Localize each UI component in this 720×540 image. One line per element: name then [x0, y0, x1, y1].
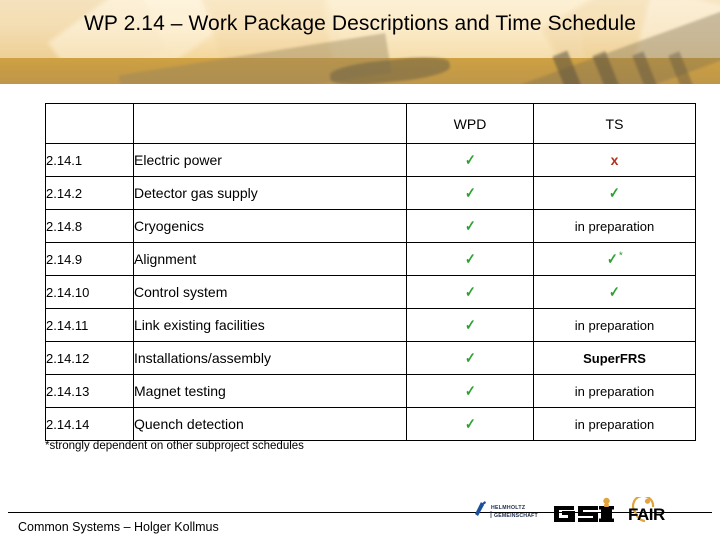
- cell-wpd-status: ✓: [406, 209, 534, 243]
- cell-wp-id: 2.14.2: [45, 176, 134, 210]
- check-icon: ✓: [464, 416, 476, 433]
- cross-icon: x: [610, 152, 619, 168]
- table-body: 2.14.1 Electric power ✓ x 2.14.2 Detector gas…: [45, 143, 696, 441]
- cell-wp-name: Detector gas supply: [133, 176, 407, 210]
- check-icon: ✓: [464, 317, 476, 334]
- cell-wp-id: 2.14.14: [45, 407, 134, 441]
- header-name: [133, 103, 407, 144]
- cell-wp-id: 2.14.13: [45, 374, 134, 408]
- cell-wp-id: 2.14.8: [45, 209, 134, 243]
- cell-wp-name: Cryogenics: [133, 209, 407, 243]
- table-row: 2.14.8 Cryogenics ✓ in preparation: [45, 209, 696, 243]
- table-row: 2.14.9 Alignment ✓ ✓*: [45, 242, 696, 276]
- cell-wp-name: Installations/assembly: [133, 341, 407, 375]
- check-icon: ✓: [464, 284, 476, 301]
- svg-text:FAIR: FAIR: [628, 505, 665, 524]
- check-icon: ✓: [464, 251, 476, 268]
- cell-wp-name: Link existing facilities: [133, 308, 407, 342]
- page-title: WP 2.14 – Work Package Descriptions and …: [84, 12, 636, 35]
- status-text: in preparation: [574, 383, 655, 399]
- status-text: SuperFRS: [583, 350, 646, 366]
- header-ts: TS: [533, 103, 696, 144]
- cell-wp-id: 2.14.10: [45, 275, 134, 309]
- table-row: 2.14.11 Link existing facilities ✓ in prepa…: [45, 308, 696, 342]
- check-icon: ✓: [609, 185, 620, 202]
- cell-wpd-status: ✓: [406, 176, 534, 210]
- cell-ts-status: x: [533, 143, 696, 177]
- table-row: 2.14.13 Magnet testing ✓ in preparation: [45, 374, 696, 408]
- check-star-icon: ✓*: [606, 250, 623, 268]
- logo-bar: HELMHOLTZ GEMEINSCHAFT FAIR: [472, 496, 696, 526]
- footnote: *strongly dependent on other subproject …: [45, 440, 304, 452]
- cell-wp-id: 2.14.11: [45, 308, 134, 342]
- cell-ts-status: ✓: [533, 176, 696, 210]
- check-icon: ✓: [464, 350, 476, 367]
- check-icon: ✓: [464, 152, 476, 169]
- status-text: in preparation: [574, 416, 655, 432]
- footer-label: Common Systems – Holger Kollmus: [18, 520, 219, 534]
- cell-wp-name: Control system: [133, 275, 407, 309]
- asterisk-icon: *: [618, 250, 623, 262]
- status-text: in preparation: [574, 218, 655, 234]
- cell-ts-status: in preparation: [533, 374, 696, 408]
- check-icon: ✓: [464, 218, 476, 235]
- table-row: 2.14.10 Control system ✓ ✓: [45, 275, 696, 309]
- work-package-table: WPD TS 2.14.1 Electric power ✓ x 2.14.2 Detec…: [45, 103, 696, 441]
- check-icon: ✓: [609, 284, 620, 301]
- cell-wp-id: 2.14.1: [45, 143, 134, 177]
- cell-ts-status: SuperFRS: [533, 341, 696, 375]
- cell-wpd-status: ✓: [406, 143, 534, 177]
- cell-wpd-status: ✓: [406, 407, 534, 441]
- table-row: 2.14.2 Detector gas supply ✓ ✓: [45, 176, 696, 210]
- check-icon: ✓: [607, 251, 618, 268]
- svg-text:HELMHOLTZ: HELMHOLTZ: [491, 505, 526, 511]
- cell-wpd-status: ✓: [406, 308, 534, 342]
- table-row: 2.14.1 Electric power ✓ x: [45, 143, 696, 177]
- table-row: 2.14.14 Quench detection ✓ in preparation: [45, 407, 696, 441]
- table-header-row: WPD TS: [45, 103, 696, 144]
- check-icon: ✓: [464, 185, 476, 202]
- header-wpd: WPD: [406, 103, 534, 144]
- cell-wp-name: Magnet testing: [133, 374, 407, 408]
- cell-wpd-status: ✓: [406, 374, 534, 408]
- check-icon: ✓: [464, 383, 476, 400]
- cell-wp-id: 2.14.9: [45, 242, 134, 276]
- fair-logo: FAIR: [628, 497, 665, 524]
- banner-dark-band: [0, 6, 720, 84]
- gsi-logo: [554, 497, 614, 522]
- cell-wp-id: 2.14.12: [45, 341, 134, 375]
- header-id: [45, 103, 134, 144]
- cell-wpd-status: ✓: [406, 242, 534, 276]
- cell-ts-status: ✓: [533, 275, 696, 309]
- cell-ts-status: in preparation: [533, 209, 696, 243]
- cell-ts-status: in preparation: [533, 308, 696, 342]
- cell-wpd-status: ✓: [406, 275, 534, 309]
- cell-wp-name: Alignment: [133, 242, 407, 276]
- helmholtz-logo: HELMHOLTZ GEMEINSCHAFT: [475, 501, 539, 519]
- status-text: in preparation: [574, 317, 655, 333]
- cell-wpd-status: ✓: [406, 341, 534, 375]
- cell-wp-name: Electric power: [133, 143, 407, 177]
- cell-ts-status: in preparation: [533, 407, 696, 441]
- cell-ts-status: ✓*: [533, 242, 696, 276]
- table-row: 2.14.12 Installations/assembly ✓ SuperFRS: [45, 341, 696, 375]
- cell-wp-name: Quench detection: [133, 407, 407, 441]
- svg-text:GEMEINSCHAFT: GEMEINSCHAFT: [494, 513, 539, 519]
